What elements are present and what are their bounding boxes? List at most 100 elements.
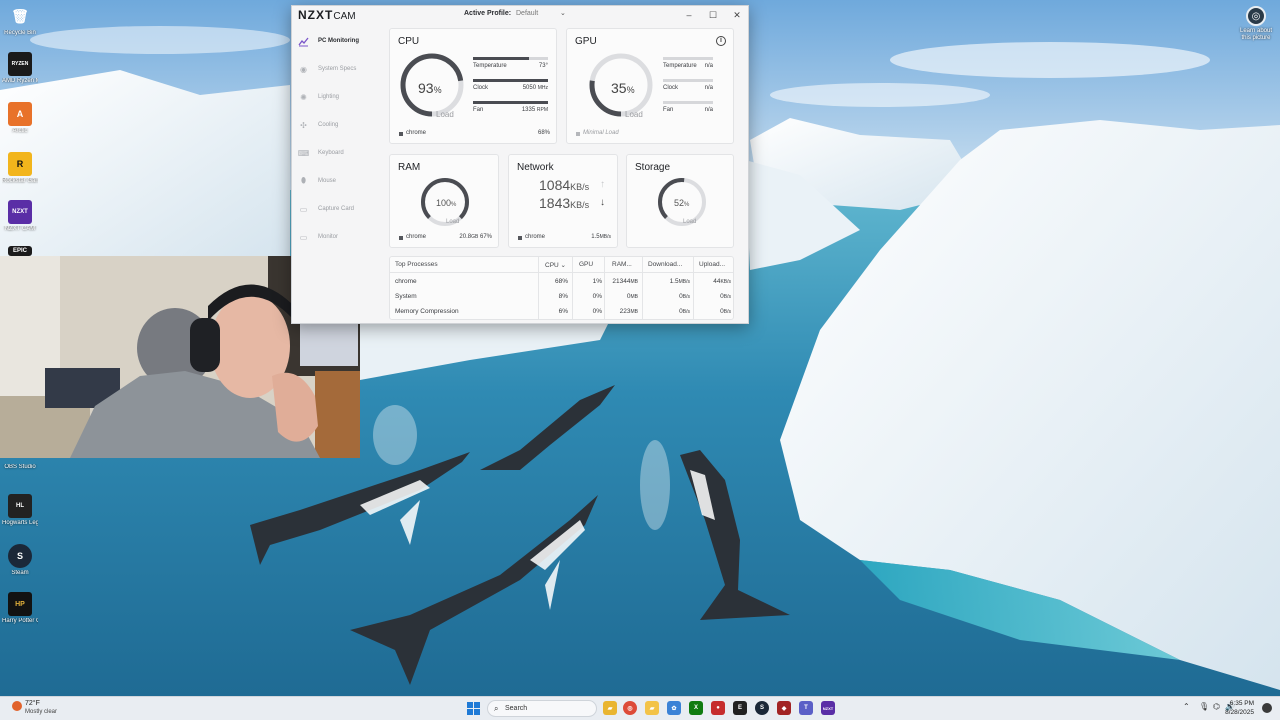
gpu-fan-bar (663, 101, 713, 104)
epic-icon: EPIC (8, 246, 32, 256)
table-cell-upload: 0B/s (720, 293, 731, 300)
taskbar-search[interactable]: ⌕ Search (487, 700, 597, 717)
sun-icon: ✺ (300, 92, 307, 102)
table-cell-ram: 21344MB (612, 278, 638, 285)
desktop-icon-label: Hogwarts Legacy (2, 520, 38, 526)
cam-logo: NZXTCAM (298, 8, 356, 22)
table-header-upload[interactable]: Upload... (699, 261, 725, 268)
close-button[interactable]: ✕ (730, 8, 744, 22)
desktop-icon-epic[interactable]: EPIC (2, 246, 38, 256)
cpu-temp-label: Temperature (473, 63, 507, 69)
upload-arrow-icon: ↑ (600, 179, 605, 190)
cpu-panel[interactable]: CPU 93% Load Temperature 73° Clock 5050 … (389, 28, 557, 144)
cpu-fan-bar-fill (473, 101, 548, 104)
network-top-process: chrome (525, 234, 546, 240)
table-row[interactable]: chrome (395, 278, 417, 285)
nav-item-monitor[interactable]: ▭ Monitor (298, 228, 378, 246)
desktop-icon-quidditch[interactable]: HP Harry Potter Quidditch (2, 592, 38, 625)
table-header-download[interactable]: Download... (648, 261, 682, 268)
steam-icon[interactable]: S (755, 701, 769, 715)
gpu-temp-bar (663, 57, 713, 60)
nav-item-pc-monitoring[interactable]: PC Monitoring (298, 32, 378, 50)
nzxt-icon: NZXT (8, 200, 32, 224)
network-panel[interactable]: Network 1084KB/s ↑ 1843KB/s ↓ chrome 1.5… (508, 154, 618, 248)
chevron-down-icon[interactable]: ⌄ (560, 9, 566, 17)
gpu-load-value: 35% (611, 80, 635, 96)
chevron-up-icon[interactable]: ⌃ (1183, 702, 1190, 711)
folder-icon[interactable]: ▰ (645, 701, 659, 715)
network-icon[interactable]: ⌬ (1213, 702, 1220, 711)
ram-top-process-value: 20.8GB 67% (459, 234, 492, 240)
storage-panel[interactable]: Storage 52% Load (626, 154, 734, 248)
start-button[interactable] (467, 702, 480, 715)
nav-item-mouse[interactable]: ⬮ Mouse (298, 172, 378, 190)
info-icon[interactable]: i (716, 36, 726, 46)
table-row[interactable]: System (395, 293, 417, 300)
nav-item-cooling[interactable]: ✣ Cooling (298, 116, 378, 134)
minimize-button[interactable]: – (682, 8, 696, 22)
ram-process-dot (399, 236, 403, 240)
table-cell-download: 0B/s (679, 308, 690, 315)
desktop-icon-recycle-bin[interactable]: 🗑 Recycle Bin (2, 4, 38, 37)
storage-title: Storage (635, 162, 671, 173)
gpu-panel[interactable]: GPU i 35% Load Temperature n/a Clock n/a… (566, 28, 734, 144)
desktop-icon-label: OBS Studio (4, 464, 36, 470)
nzxt-icon[interactable]: NZXT (821, 701, 835, 715)
active-profile-dropdown[interactable]: Default (516, 10, 538, 17)
table-header-process[interactable]: Top Processes (395, 261, 438, 268)
table-cell-gpu: 0% (592, 293, 602, 300)
desktop-icon-rockstar[interactable]: R Rockstar Games Launcher (2, 152, 38, 185)
ram-title: RAM (398, 162, 421, 173)
game-icon[interactable]: ◆ (777, 701, 791, 715)
desktop-icon-label: Rockstar Games Launcher (2, 178, 38, 184)
cpu-top-process-value: 68% (537, 130, 550, 136)
gpu-fan-value: n/a (704, 107, 713, 113)
ram-panel[interactable]: RAM 100% Load chrome 20.8GB 67% (389, 154, 499, 248)
cpu-clock-label: Clock (473, 85, 489, 91)
cam-sidebar: PC Monitoring ◉ System Specs ✺ Lighting … (292, 28, 380, 323)
capture-card-icon: ▭ (299, 204, 308, 214)
desktop-icon-arctic[interactable]: A Arctic (2, 102, 38, 135)
nav-item-system-specs[interactable]: ◉ System Specs (298, 60, 378, 78)
file-explorer-icon[interactable]: ▰ (603, 701, 617, 715)
table-header-ram[interactable]: RAM... (612, 261, 632, 268)
desktop-icon-steam[interactable]: S Steam (2, 544, 38, 577)
table-cell-gpu: 0% (592, 308, 602, 315)
table-header-cpu[interactable]: CPU ⌄ (545, 261, 566, 269)
taskbar-time[interactable]: 6:35 PM (1230, 700, 1254, 707)
storage-load-value: 52% (674, 198, 690, 208)
chrome-icon[interactable]: ◎ (623, 701, 637, 715)
epic-icon[interactable]: E (733, 701, 747, 715)
taskbar-date[interactable]: 8/28/2025 (1225, 709, 1254, 716)
app-red-icon[interactable]: ● (711, 701, 725, 715)
nav-item-lighting[interactable]: ✺ Lighting (298, 88, 378, 106)
microphone-icon[interactable]: 🎙 (1199, 702, 1209, 711)
desktop-icon-ryzen-master[interactable]: RYZEN AMD Ryzen Master (2, 52, 38, 85)
nav-item-keyboard[interactable]: ⌨ Keyboard (298, 144, 378, 162)
eye-icon: ◉ (300, 64, 307, 74)
desktop-icon-obs[interactable]: OBS Studio (2, 462, 38, 471)
cpu-process-dot (399, 132, 403, 136)
teams-icon[interactable]: T (799, 701, 813, 715)
gpu-title: GPU (575, 36, 597, 47)
maximize-button[interactable]: ☐ (706, 8, 720, 22)
gpu-clock-label: Clock (663, 85, 679, 91)
quidditch-icon: HP (8, 592, 32, 616)
notification-icon[interactable] (1262, 703, 1272, 713)
photos-icon[interactable]: ✿ (667, 701, 681, 715)
nav-item-capture-card[interactable]: ▭ Capture Card (298, 200, 378, 218)
desktop-icon-nzxt-cam[interactable]: NZXT NZXT CAM (2, 200, 38, 233)
table-header-gpu[interactable]: GPU (579, 261, 593, 268)
table-row[interactable]: Memory Compression (395, 308, 459, 315)
desktop-icon-hogwarts[interactable]: HL Hogwarts Legacy (2, 494, 38, 527)
camera-icon: ◎ (1246, 6, 1266, 26)
xbox-icon[interactable]: X (689, 701, 703, 715)
hogwarts-icon: HL (8, 494, 32, 518)
storage-load-label: Load (683, 219, 697, 225)
table-cell-download: 0B/s (679, 293, 690, 300)
desktop-icon-learn-picture[interactable]: ◎ Learn about this picture (1236, 6, 1276, 42)
desktop-icon-label: Arctic (12, 128, 28, 134)
network-process-dot (518, 236, 522, 240)
cam-titlebar[interactable]: NZXTCAM Active Profile: Default ⌄ – ☐ ✕ (292, 6, 748, 24)
ryzen-icon: RYZEN (8, 52, 32, 76)
